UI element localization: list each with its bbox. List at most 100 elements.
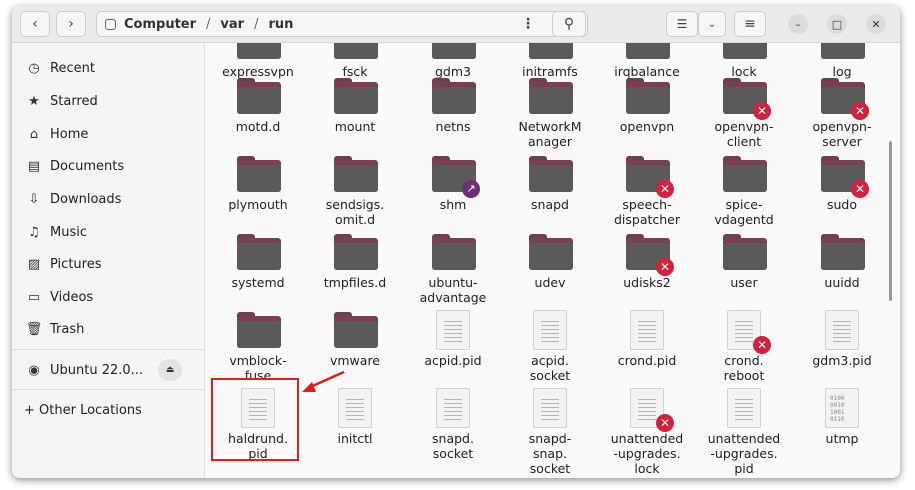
- folder-front: [334, 165, 378, 192]
- file-item[interactable]: plymouth: [214, 156, 302, 236]
- sidebar-item-pictures[interactable]: ▨ Pictures: [24, 251, 102, 277]
- file-item[interactable]: tmpfiles.d: [311, 234, 399, 314]
- file-name: snapd-snap. socket: [528, 431, 572, 476]
- file-item[interactable]: ✕ openvpn-client: [700, 78, 788, 158]
- sidebar-item-trash[interactable]: 🗑 Trash: [24, 316, 85, 342]
- file-item[interactable]: ✕ udisks2: [603, 234, 691, 314]
- file-item[interactable]: snapd. socket: [409, 388, 497, 470]
- sidebar-item-volume[interactable]: ◉ Ubuntu 22.0...: [24, 357, 143, 383]
- sidebar-item-recent[interactable]: ◷ Recent: [24, 55, 95, 81]
- back-button[interactable]: ‹: [20, 11, 50, 37]
- list-view-button[interactable]: ☰: [666, 11, 698, 37]
- file-item[interactable]: ✕ sudo: [798, 156, 886, 236]
- file-item[interactable]: ↗ shm: [409, 156, 497, 236]
- folder-front: [237, 165, 281, 192]
- folder-icon: [237, 312, 281, 348]
- close-button[interactable]: ✕: [866, 14, 886, 34]
- folder-front: [432, 43, 476, 59]
- file-item[interactable]: udev: [506, 234, 594, 314]
- file-item[interactable]: systemd: [214, 234, 302, 314]
- file-item[interactable]: gdm3.pid: [798, 310, 886, 392]
- file-name: udev: [534, 275, 566, 290]
- no-access-emblem-icon: ✕: [656, 258, 674, 276]
- sidebar-item-home[interactable]: ⌂ Home: [24, 121, 89, 147]
- minimize-button[interactable]: –: [788, 14, 808, 34]
- sidebar-item-starred[interactable]: ★ Starred: [24, 88, 98, 114]
- file-item[interactable]: uuidd: [798, 234, 886, 314]
- sidebar-item-music[interactable]: ♫ Music: [24, 219, 87, 245]
- eject-button[interactable]: ⏏: [158, 359, 182, 381]
- text-file-icon: [630, 310, 664, 350]
- text-lines: [833, 321, 851, 345]
- file-item[interactable]: NetworkM anager: [506, 78, 594, 158]
- file-name: unattended -upgrades. lock: [610, 431, 684, 476]
- chevron-left-icon: ‹: [32, 16, 38, 32]
- file-item[interactable]: ubuntu-advantage: [409, 234, 497, 314]
- file-item[interactable]: acpid.pid: [409, 310, 497, 392]
- text-line: [638, 419, 656, 420]
- path-segment-var[interactable]: var: [220, 17, 244, 32]
- breadcrumb: Computer / var / run: [120, 17, 297, 32]
- file-name: acpid. socket: [529, 353, 571, 383]
- file-item[interactable]: user: [700, 234, 788, 314]
- file-item[interactable]: snapd: [506, 156, 594, 236]
- folder-icon: [529, 43, 573, 59]
- folder-icon: [821, 234, 865, 270]
- file-item[interactable]: motd.d: [214, 78, 302, 158]
- text-line: [346, 403, 364, 404]
- path-segment-computer[interactable]: Computer: [124, 17, 196, 32]
- path-separator: /: [254, 16, 259, 32]
- text-line: [346, 411, 364, 412]
- file-item[interactable]: sendsigs. omit.d: [311, 156, 399, 236]
- folder-front: [237, 43, 281, 59]
- folder-icon: [334, 234, 378, 270]
- file-name: crond. reboot: [723, 353, 765, 383]
- file-item[interactable]: netns: [409, 78, 497, 158]
- text-file-icon: [436, 388, 470, 428]
- maximize-button[interactable]: □: [827, 14, 847, 34]
- text-line: [735, 399, 753, 400]
- file-name: udisks2: [623, 275, 671, 290]
- text-lines: [638, 399, 656, 423]
- sidebar-item-other-locations[interactable]: + Other Locations: [24, 397, 142, 423]
- file-item[interactable]: acpid. socket: [506, 310, 594, 392]
- file-item[interactable]: snapd-snap. socket: [506, 388, 594, 476]
- file-item[interactable]: mount: [311, 78, 399, 158]
- path-menu-button[interactable]: ⋮: [514, 11, 542, 37]
- file-item[interactable]: ✕ unattended -upgrades. lock: [603, 388, 691, 476]
- text-lines: [735, 321, 753, 345]
- sidebar-item-videos[interactable]: ▭ Videos: [24, 284, 93, 310]
- folder-icon: [334, 312, 378, 348]
- file-item[interactable]: ✕ openvpn-server: [798, 78, 886, 158]
- forward-button[interactable]: ›: [56, 11, 86, 37]
- file-item[interactable]: ✕ crond. reboot: [700, 310, 788, 392]
- file-item[interactable]: openvpn: [603, 78, 691, 158]
- text-line: [541, 329, 559, 330]
- folder-icon: [821, 43, 865, 59]
- file-item[interactable]: 0100 0010 1001 0110 utmp: [798, 388, 886, 470]
- chevron-down-icon: ⌄: [707, 18, 717, 30]
- text-line: [735, 419, 753, 420]
- file-item[interactable]: crond.pid: [603, 310, 691, 392]
- sidebar-item-documents[interactable]: ▤ Documents: [24, 153, 124, 179]
- search-button[interactable]: ⚲: [552, 11, 586, 37]
- kebab-menu-icon: ⋮: [521, 16, 535, 32]
- sidebar-item-downloads[interactable]: ⇩ Downloads: [24, 186, 122, 212]
- file-item[interactable]: spice-vdagentd: [700, 156, 788, 236]
- text-line: [444, 329, 462, 330]
- scrollbar[interactable]: [889, 141, 892, 301]
- arrow-head: [302, 382, 316, 392]
- file-item[interactable]: unattended -upgrades. pid: [700, 388, 788, 476]
- path-segment-run[interactable]: run: [268, 17, 293, 32]
- folder-icon: [723, 43, 767, 59]
- file-item[interactable]: initctl: [311, 388, 399, 470]
- text-line: [638, 415, 656, 416]
- file-name: utmp: [825, 431, 859, 446]
- text-line: [444, 333, 462, 334]
- view-options-button[interactable]: ⌄: [698, 11, 726, 37]
- text-line: [444, 321, 462, 322]
- trash-icon: 🗑: [25, 321, 43, 337]
- main-menu-button[interactable]: ≡: [734, 11, 766, 37]
- text-file-icon: [436, 310, 470, 350]
- file-item[interactable]: ✕ speech-dispatcher: [603, 156, 691, 236]
